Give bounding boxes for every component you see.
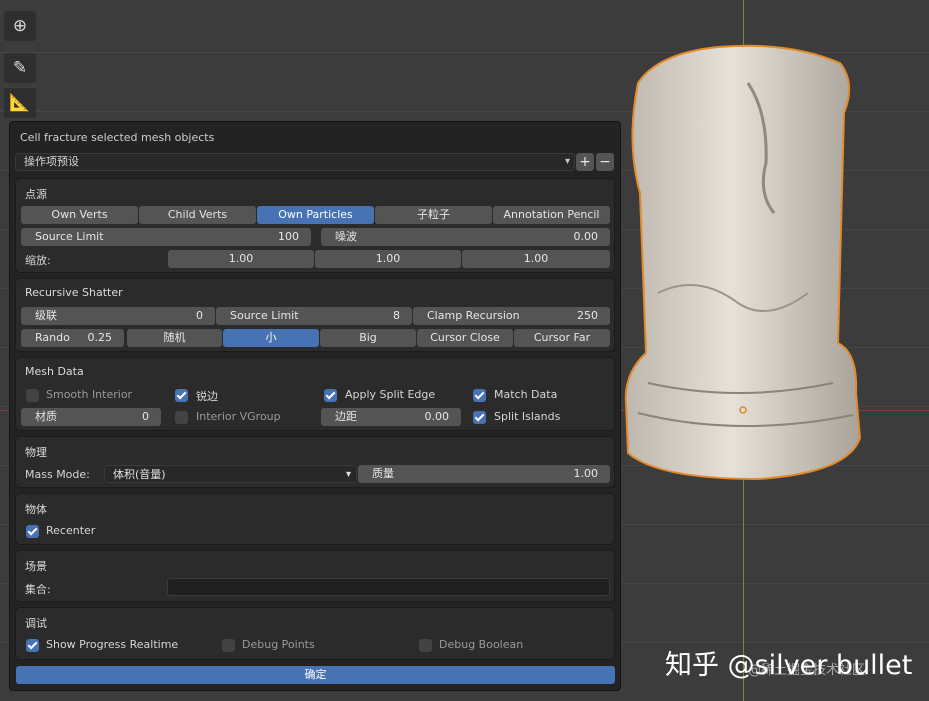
source-own-particles[interactable]: Own Particles — [257, 206, 374, 224]
source-header: 点源 — [25, 188, 47, 201]
recursion-label: 级联 — [35, 309, 57, 322]
presets-value: 操作项预设 — [24, 155, 79, 168]
recenter-checkbox[interactable] — [26, 525, 39, 538]
clamp-recursion-field[interactable]: Clamp Recursion 250 — [413, 307, 610, 325]
ok-button[interactable]: 确定 — [16, 666, 615, 684]
panel-title: Cell fracture selected mesh objects — [20, 131, 215, 144]
recursion-random-field[interactable]: Rando 0.25 — [21, 329, 124, 347]
scene-section: 场景 集合: — [15, 550, 615, 602]
show-progress-label: Show Progress Realtime — [46, 638, 179, 651]
source-annotation-pencil[interactable]: Annotation Pencil — [493, 206, 610, 224]
mass-mode-label: Mass Mode: — [25, 468, 90, 481]
chevron-down-icon: ▾ — [564, 156, 570, 167]
match-data-label: Match Data — [494, 388, 558, 401]
scale-y-field[interactable]: 1.00 — [315, 250, 461, 268]
recursion-source-limit-field[interactable]: Source Limit 8 — [216, 307, 412, 325]
chevron-down-icon: ▾ — [345, 469, 351, 480]
source-limit-field[interactable]: Source Limit 100 — [21, 228, 311, 246]
material-label: 材质 — [35, 410, 57, 423]
scale-z-value: 1.00 — [523, 252, 549, 265]
scale-y-value: 1.00 — [375, 252, 401, 265]
source-own-verts[interactable]: Own Verts — [21, 206, 138, 224]
mass-mode-dropdown[interactable]: 体积(音量) ▾ — [104, 465, 357, 483]
fractured-column-mesh[interactable] — [618, 43, 862, 481]
collection-label: 集合: — [25, 583, 51, 596]
noise-value: 0.00 — [573, 230, 599, 243]
method-big[interactable]: Big — [320, 329, 416, 347]
measure-icon[interactable]: 📐 — [4, 88, 36, 118]
random-value: 0.25 — [87, 331, 113, 344]
interior-vgroup-label: Interior VGroup — [196, 410, 281, 423]
scene-header: 场景 — [25, 560, 47, 573]
scale-x-field[interactable]: 1.00 — [168, 250, 314, 268]
scale-x-value: 1.00 — [228, 252, 254, 265]
recenter-label: Recenter — [46, 524, 96, 537]
source-limit-value: 100 — [278, 230, 299, 243]
margin-label: 边距 — [335, 410, 357, 423]
operator-panel: Cell fracture selected mesh objects 操作项预… — [9, 121, 621, 691]
recursion-value: 0 — [196, 309, 203, 322]
margin-field[interactable]: 边距 0.00 — [321, 408, 461, 426]
method-cursor-far[interactable]: Cursor Far — [514, 329, 610, 347]
recursion-source-limit-value: 8 — [393, 309, 400, 322]
random-label: Rando — [35, 331, 70, 344]
sharp-edges-checkbox[interactable] — [175, 389, 188, 402]
material-value: 0 — [142, 410, 149, 423]
smooth-interior-checkbox[interactable] — [26, 389, 39, 402]
method-random[interactable]: 随机 — [127, 329, 222, 347]
sharp-edges-label: 锐边 — [196, 390, 218, 403]
debug-points-label: Debug Points — [242, 638, 315, 651]
source-limit-label: Source Limit — [35, 230, 104, 243]
debug-header: 调试 — [25, 617, 47, 630]
match-data-checkbox[interactable] — [473, 389, 486, 402]
source-child-particles[interactable]: 子粒子 — [375, 206, 492, 224]
source-section: 点源 Own Verts Child Verts Own Particles 子… — [15, 178, 615, 273]
noise-label: 噪波 — [335, 230, 357, 243]
method-cursor-close[interactable]: Cursor Close — [417, 329, 513, 347]
source-child-verts[interactable]: Child Verts — [139, 206, 256, 224]
apply-split-edge-label: Apply Split Edge — [345, 388, 436, 401]
transform-icon[interactable]: ⊕ — [4, 11, 36, 41]
debug-boolean-checkbox[interactable] — [419, 639, 432, 652]
mass-mode-value: 体积(音量) — [113, 468, 166, 481]
mass-label: 质量 — [372, 467, 394, 480]
scale-z-field[interactable]: 1.00 — [462, 250, 610, 268]
mass-field[interactable]: 质量 1.00 — [358, 465, 610, 483]
object-section: 物体 Recenter — [15, 493, 615, 545]
recursive-header: Recursive Shatter — [25, 286, 123, 299]
debug-points-checkbox[interactable] — [222, 639, 235, 652]
show-progress-checkbox[interactable] — [26, 639, 39, 652]
margin-value: 0.00 — [424, 410, 450, 423]
object-header: 物体 — [25, 503, 47, 516]
collection-input[interactable] — [167, 578, 610, 596]
mesh-data-header: Mesh Data — [25, 365, 84, 378]
recursive-shatter-section: Recursive Shatter 级联 0 Source Limit 8 Cl… — [15, 278, 615, 352]
interior-vgroup-checkbox[interactable] — [175, 411, 188, 424]
mass-value: 1.00 — [573, 467, 599, 480]
watermark-subtext: @稀土掘金技术社区 — [748, 663, 866, 678]
material-field[interactable]: 材质 0 — [21, 408, 161, 426]
remove-preset-button[interactable]: − — [596, 153, 614, 171]
physics-section: 物理 Mass Mode: 体积(音量) ▾ 质量 1.00 — [15, 436, 615, 488]
debug-boolean-label: Debug Boolean — [439, 638, 524, 651]
split-islands-checkbox[interactable] — [473, 411, 486, 424]
physics-header: 物理 — [25, 446, 47, 459]
annotate-icon[interactable]: ✎ — [4, 53, 36, 83]
mesh-data-section: Mesh Data Smooth Interior 锐边 Apply Split… — [15, 357, 615, 431]
recursion-source-limit-label: Source Limit — [230, 309, 299, 322]
apply-split-edge-checkbox[interactable] — [324, 389, 337, 402]
clamp-recursion-value: 250 — [577, 309, 598, 322]
tool-shelf: ⊕ ✎ 📐 — [0, 0, 40, 120]
scale-label: 缩放: — [25, 254, 51, 267]
noise-field[interactable]: 噪波 0.00 — [321, 228, 610, 246]
operator-presets-dropdown[interactable]: 操作项预设 ▾ — [15, 153, 575, 171]
debug-section: 调试 Show Progress Realtime Debug Points D… — [15, 607, 615, 660]
add-preset-button[interactable]: + — [576, 153, 594, 171]
smooth-interior-label: Smooth Interior — [46, 388, 133, 401]
recursion-field[interactable]: 级联 0 — [21, 307, 215, 325]
method-small[interactable]: 小 — [223, 329, 319, 347]
clamp-recursion-label: Clamp Recursion — [427, 309, 520, 322]
split-islands-label: Split Islands — [494, 410, 561, 423]
